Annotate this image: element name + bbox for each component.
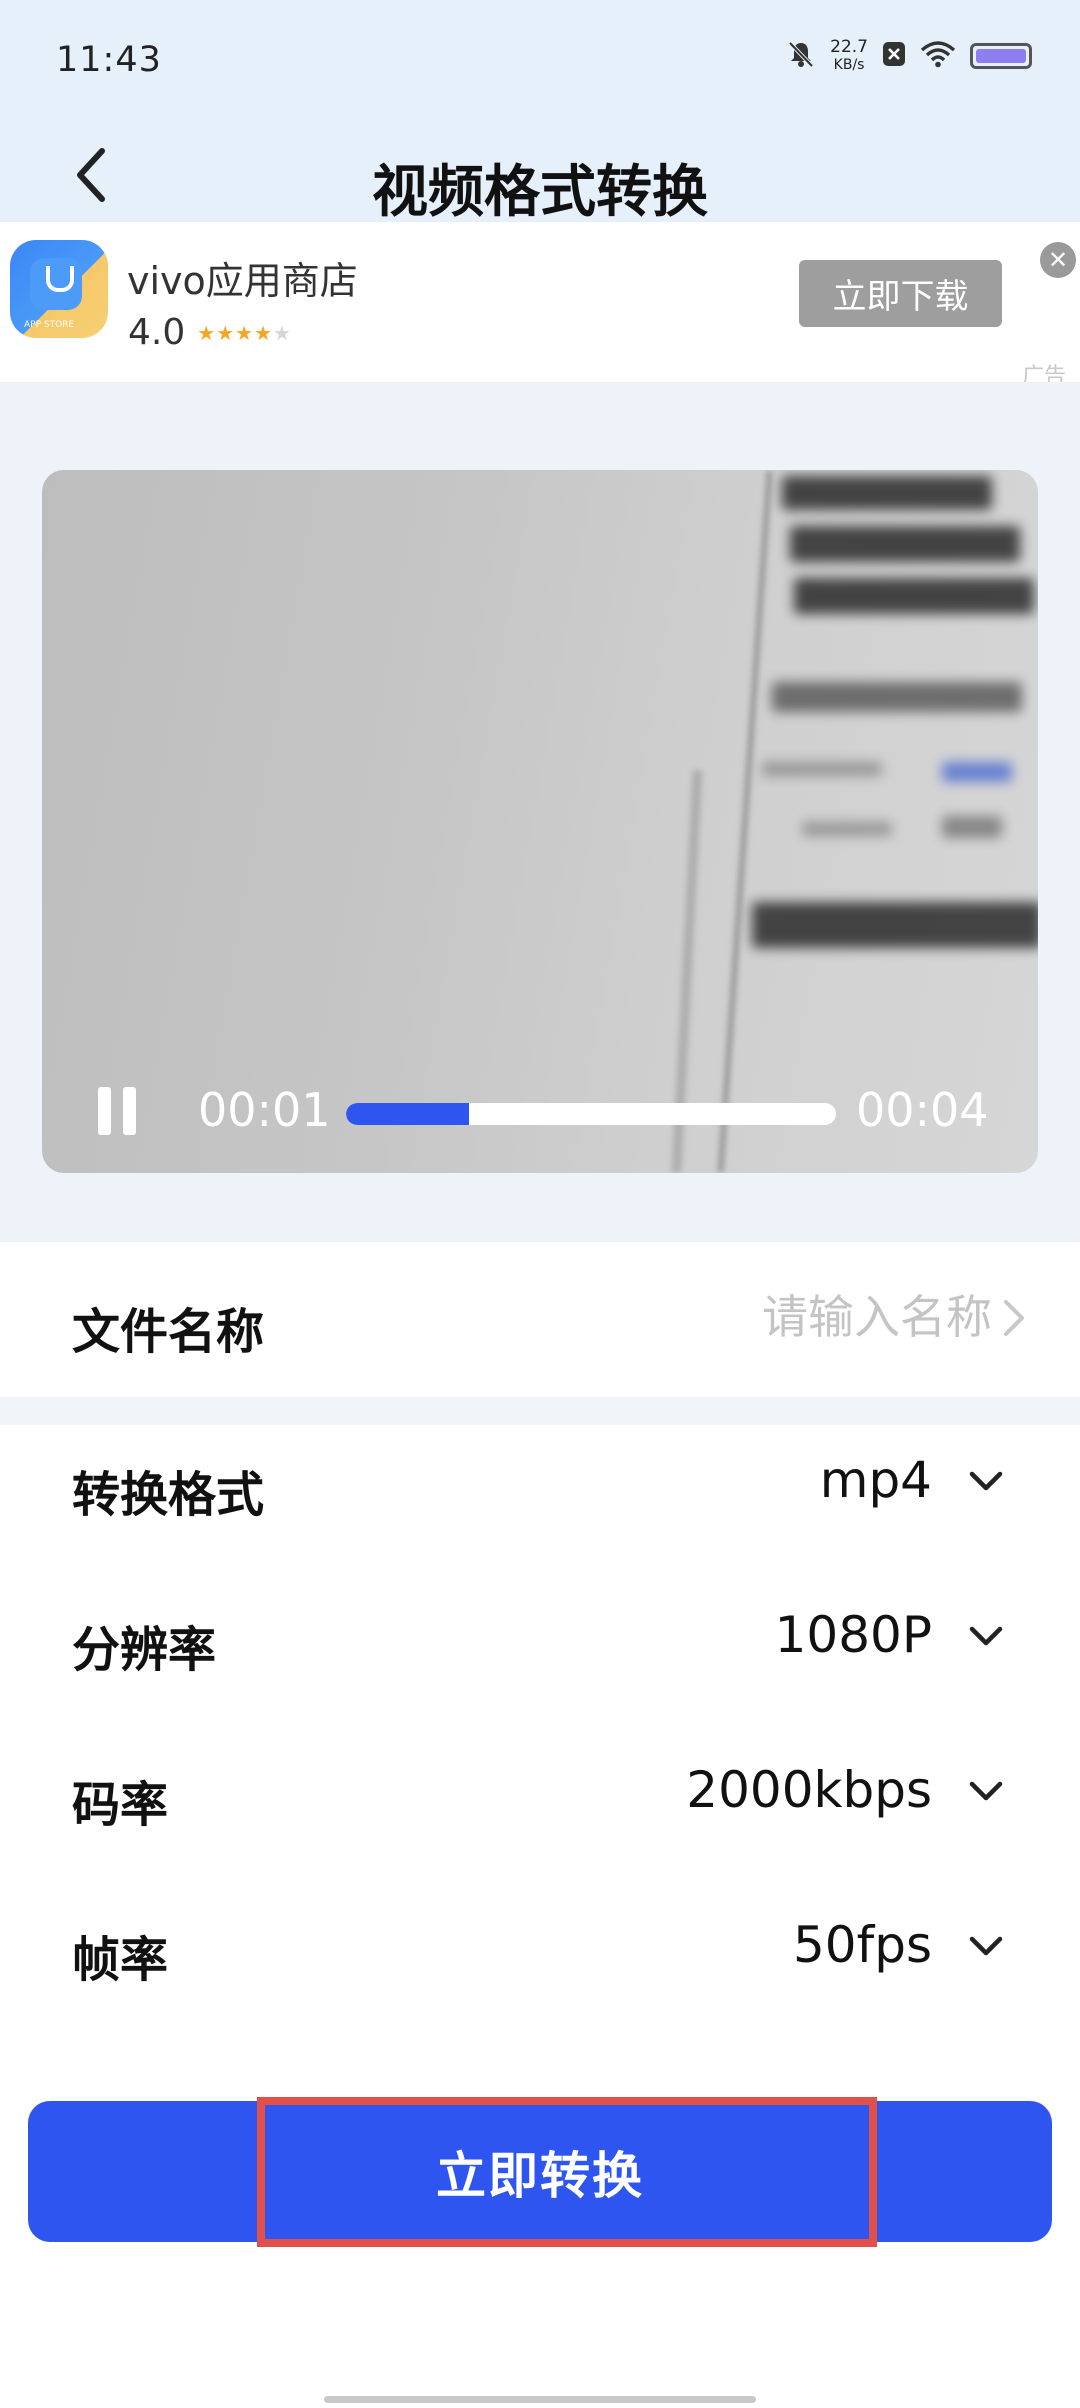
star-icon: ★ [254, 320, 274, 345]
framerate-select[interactable]: 50fps [793, 1916, 932, 1974]
blurred-text [762, 762, 882, 776]
star-icon: ★ [216, 320, 236, 345]
ad-app-name[interactable]: vivo应用商店 [127, 250, 358, 305]
bitrate-select[interactable]: 2000kbps [686, 1761, 932, 1819]
blurred-text [790, 526, 1020, 562]
home-indicator[interactable] [324, 2396, 756, 2403]
resolution-row[interactable]: 分辨率 1080P [0, 1580, 1080, 1700]
blurred-text [752, 902, 1038, 948]
framerate-row[interactable]: 帧率 50fps [0, 1890, 1080, 2010]
frame-edge [717, 470, 773, 1173]
current-time: 00:01 [198, 1083, 331, 1137]
star-rating-icon: ★★★★★ [197, 321, 292, 345]
file-name-input[interactable] [572, 1290, 992, 1344]
bitrate-label: 码率 [72, 1777, 169, 1833]
resolution-label: 分辨率 [72, 1622, 217, 1678]
ad-download-button[interactable]: 立即下载 [799, 260, 1002, 327]
resolution-select[interactable]: 1080P [775, 1606, 932, 1664]
battery-icon [970, 43, 1032, 69]
blurred-text [942, 762, 1012, 782]
star-icon: ★ [235, 320, 255, 345]
page-title: 视频格式转换 [372, 160, 708, 225]
speed-unit: KB/s [833, 57, 865, 73]
star-empty-icon: ★ [273, 320, 292, 345]
ad-rating: 4.0 ★★★★★ [128, 312, 292, 353]
section-divider [0, 1397, 1080, 1425]
bag-handle-icon [46, 266, 74, 292]
video-section: 00:01 00:04 [0, 382, 1080, 1242]
chevron-down-icon[interactable] [968, 1624, 1004, 1648]
format-row[interactable]: 转换格式 mp4 [0, 1425, 1080, 1545]
progress-fill [346, 1103, 469, 1125]
battery-level [976, 49, 1026, 63]
chevron-down-icon[interactable] [968, 1934, 1004, 1958]
format-label: 转换格式 [72, 1467, 265, 1523]
video-player[interactable]: 00:01 00:04 [42, 470, 1038, 1173]
chevron-right-icon [1004, 1300, 1024, 1336]
blurred-text [802, 822, 892, 836]
total-time: 00:04 [856, 1083, 989, 1137]
ad-banner[interactable]: APP STORE vivo应用商店 4.0 ★★★★★ 立即下载 ✕ 广告 [0, 222, 1080, 389]
blurred-text [772, 682, 1022, 712]
pause-icon[interactable] [98, 1087, 142, 1135]
convert-now-button[interactable]: 立即转换 [28, 2101, 1052, 2242]
framerate-label: 帧率 [72, 1932, 169, 1988]
status-bar: 11:43 22.7 KB/s [0, 0, 1080, 125]
bitrate-row[interactable]: 码率 2000kbps [0, 1735, 1080, 1855]
header: 视频格式转换 [0, 125, 1080, 225]
status-time: 11:43 [56, 40, 162, 80]
video-controls: 00:01 00:04 [42, 1075, 1038, 1145]
status-icons: 22.7 KB/s [786, 38, 1032, 74]
format-select[interactable]: mp4 [820, 1451, 932, 1509]
network-speed: 22.7 KB/s [830, 38, 868, 74]
logo-text: APP STORE [24, 320, 75, 330]
speed-value: 22.7 [830, 37, 868, 57]
blurred-text [782, 476, 992, 510]
blurred-text [794, 578, 1034, 614]
file-name-row[interactable]: 文件名称 [0, 1242, 1080, 1397]
rating-value: 4.0 [128, 312, 186, 353]
progress-bar[interactable] [346, 1103, 836, 1125]
app-store-logo[interactable]: APP STORE [10, 240, 108, 338]
conversion-settings: 转换格式 mp4 分辨率 1080P 码率 2000kbps 帧率 50fps [0, 1425, 1080, 2045]
file-name-label: 文件名称 [72, 1304, 265, 1360]
star-icon: ★ [197, 320, 217, 345]
chevron-down-icon[interactable] [968, 1779, 1004, 1803]
close-icon[interactable]: ✕ [1040, 242, 1076, 278]
mute-bell-icon [786, 39, 816, 73]
notification-x-icon [882, 41, 906, 71]
video-frame [42, 470, 1038, 1173]
blurred-text [942, 816, 1002, 838]
wifi-icon [920, 40, 956, 72]
chevron-down-icon[interactable] [968, 1469, 1004, 1493]
